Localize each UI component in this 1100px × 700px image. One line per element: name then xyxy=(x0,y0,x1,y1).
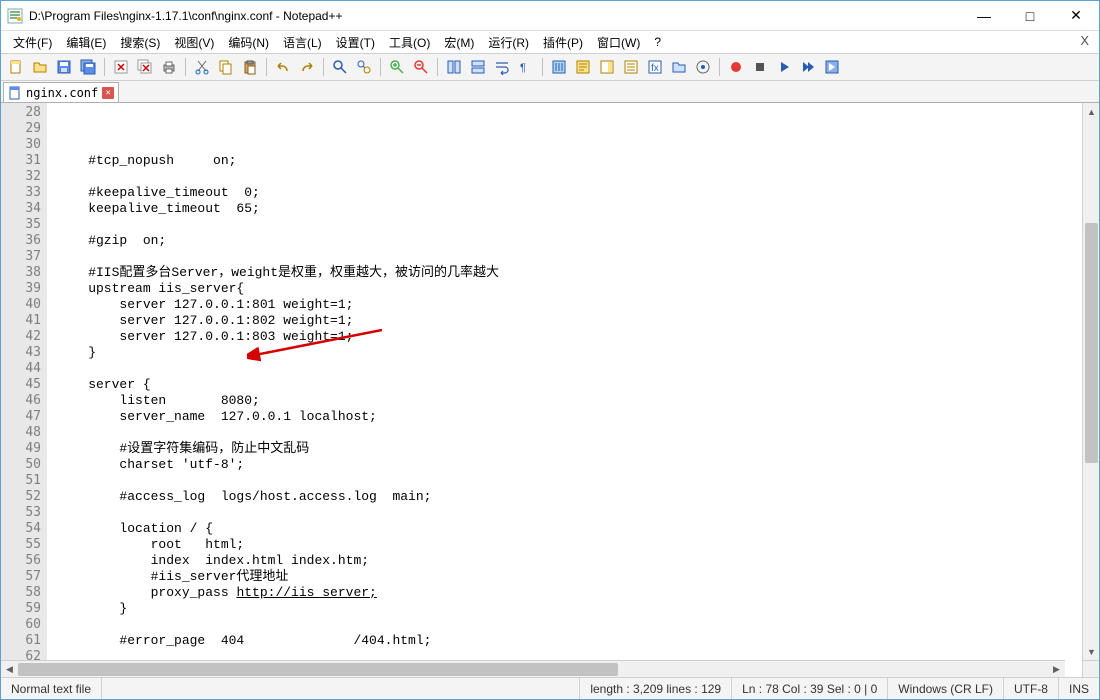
tab-label: nginx.conf xyxy=(26,86,98,100)
line-number-gutter: 2829303132333435363738394041424344454647… xyxy=(1,103,47,660)
sync-vscroll-icon[interactable] xyxy=(443,56,465,78)
secondary-close-button[interactable]: X xyxy=(1080,33,1089,48)
show-all-chars-icon[interactable]: ¶ xyxy=(515,56,537,78)
menu-macro[interactable]: 宏(M) xyxy=(438,32,480,53)
tab-nginx-conf[interactable]: nginx.conf ✕ xyxy=(3,82,119,102)
proxy-pass-link[interactable]: http://iis_server; xyxy=(236,585,376,600)
svg-text:¶: ¶ xyxy=(520,62,526,74)
file-icon xyxy=(8,86,22,100)
find-icon[interactable] xyxy=(329,56,351,78)
scroll-down-icon[interactable]: ▼ xyxy=(1083,643,1099,660)
menu-settings[interactable]: 设置(T) xyxy=(330,32,381,53)
menu-file[interactable]: 文件(F) xyxy=(7,32,58,53)
userlang-icon[interactable] xyxy=(572,56,594,78)
redo-icon[interactable] xyxy=(296,56,318,78)
record-macro-icon[interactable] xyxy=(725,56,747,78)
scroll-left-icon[interactable]: ◀ xyxy=(1,661,18,678)
status-filetype: Normal text file xyxy=(1,678,102,699)
horizontal-scroll-thumb[interactable] xyxy=(18,663,618,676)
status-eol[interactable]: Windows (CR LF) xyxy=(888,678,1004,699)
menu-language[interactable]: 语言(L) xyxy=(277,32,328,53)
wordwrap-icon[interactable] xyxy=(491,56,513,78)
play-macro-icon[interactable] xyxy=(773,56,795,78)
scroll-corner xyxy=(1082,660,1099,677)
status-encoding[interactable]: UTF-8 xyxy=(1004,678,1059,699)
zoom-out-icon[interactable] xyxy=(410,56,432,78)
save-icon[interactable] xyxy=(53,56,75,78)
menu-run[interactable]: 运行(R) xyxy=(482,32,535,53)
menu-bar: 文件(F) 编辑(E) 搜索(S) 视图(V) 编码(N) 语言(L) 设置(T… xyxy=(1,31,1099,53)
open-file-icon[interactable] xyxy=(29,56,51,78)
save-all-icon[interactable] xyxy=(77,56,99,78)
stop-macro-icon[interactable] xyxy=(749,56,771,78)
undo-icon[interactable] xyxy=(272,56,294,78)
menu-plugins[interactable]: 插件(P) xyxy=(537,32,589,53)
folder-workspace-icon[interactable] xyxy=(668,56,690,78)
svg-text:fx: fx xyxy=(651,63,659,74)
vertical-scroll-thumb[interactable] xyxy=(1085,223,1098,463)
status-position: Ln : 78 Col : 39 Sel : 0 | 0 xyxy=(732,678,888,699)
print-icon[interactable] xyxy=(158,56,180,78)
close-file-icon[interactable] xyxy=(110,56,132,78)
status-bar: Normal text file length : 3,209 lines : … xyxy=(1,677,1099,699)
app-icon xyxy=(7,8,23,24)
code-editor[interactable]: #tcp_nopush on; #keepalive_timeout 0; ke… xyxy=(47,103,1082,660)
new-file-icon[interactable] xyxy=(5,56,27,78)
play-multi-icon[interactable] xyxy=(797,56,819,78)
status-ins[interactable]: INS xyxy=(1059,678,1099,699)
minimize-button[interactable]: ― xyxy=(961,1,1007,30)
tab-bar: nginx.conf ✕ xyxy=(1,81,1099,103)
menu-search[interactable]: 搜索(S) xyxy=(114,32,166,53)
cut-icon[interactable] xyxy=(191,56,213,78)
menu-view[interactable]: 视图(V) xyxy=(168,32,220,53)
save-macro-icon[interactable] xyxy=(821,56,843,78)
close-button[interactable]: ✕ xyxy=(1053,1,1099,30)
menu-edit[interactable]: 编辑(E) xyxy=(60,32,112,53)
doc-map-icon[interactable] xyxy=(596,56,618,78)
tab-close-icon[interactable]: ✕ xyxy=(102,87,114,99)
scroll-up-icon[interactable]: ▲ xyxy=(1083,103,1099,120)
toolbar: ¶ fx xyxy=(1,53,1099,81)
title-bar: D:\Program Files\nginx-1.17.1\conf\nginx… xyxy=(1,1,1099,31)
menu-encoding[interactable]: 编码(N) xyxy=(222,32,275,53)
sync-hscroll-icon[interactable] xyxy=(467,56,489,78)
zoom-in-icon[interactable] xyxy=(386,56,408,78)
menu-window[interactable]: 窗口(W) xyxy=(591,32,646,53)
replace-icon[interactable] xyxy=(353,56,375,78)
copy-icon[interactable] xyxy=(215,56,237,78)
status-length: length : 3,209 lines : 129 xyxy=(580,678,732,699)
horizontal-scrollbar[interactable]: ◀ ▶ xyxy=(1,660,1065,677)
doc-list-icon[interactable] xyxy=(620,56,642,78)
scroll-right-icon[interactable]: ▶ xyxy=(1048,661,1065,678)
paste-icon[interactable] xyxy=(239,56,261,78)
indent-guide-icon[interactable] xyxy=(548,56,570,78)
menu-tools[interactable]: 工具(O) xyxy=(383,32,436,53)
close-all-icon[interactable] xyxy=(134,56,156,78)
maximize-button[interactable]: □ xyxy=(1007,1,1053,30)
editor-area: 2829303132333435363738394041424344454647… xyxy=(1,103,1099,660)
menu-help[interactable]: ? xyxy=(648,33,667,51)
vertical-scrollbar[interactable]: ▲ ▼ xyxy=(1082,103,1099,660)
window-title: D:\Program Files\nginx-1.17.1\conf\nginx… xyxy=(29,9,961,23)
monitoring-icon[interactable] xyxy=(692,56,714,78)
function-list-icon[interactable]: fx xyxy=(644,56,666,78)
